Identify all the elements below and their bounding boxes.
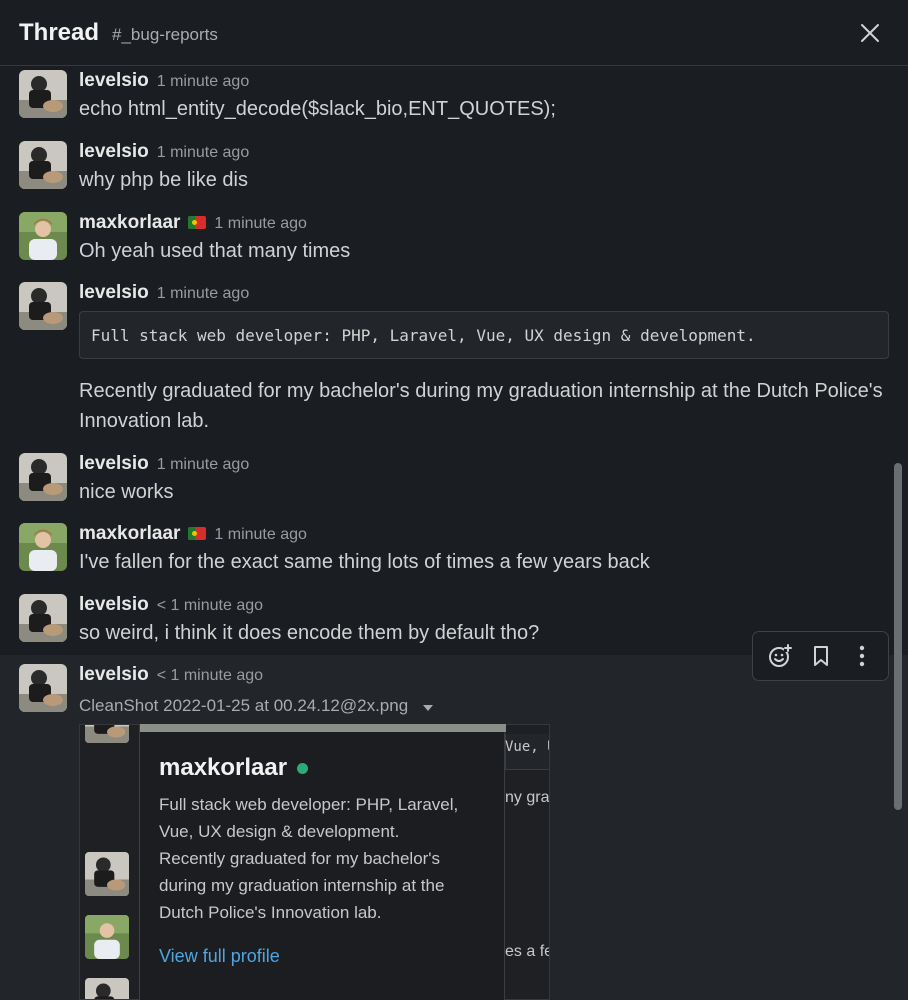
message: levelsio 1 minute ago nice works: [0, 451, 908, 511]
timestamp[interactable]: 1 minute ago: [214, 526, 307, 544]
scrollbar-thumb[interactable]: [894, 463, 902, 810]
code-block: Full stack web developer: PHP, Laravel, …: [79, 311, 889, 359]
author-name[interactable]: levelsio: [79, 664, 149, 686]
message-text: why php be like dis: [79, 169, 248, 191]
avatar[interactable]: [19, 212, 67, 260]
message-text: so weird, i think it does encode them by…: [79, 622, 540, 644]
profile-bio: Full stack web developer: PHP, Laravel, …: [159, 791, 485, 926]
author-name[interactable]: maxkorlaar: [79, 523, 180, 545]
profile-photo-strip: [140, 724, 506, 732]
preview-avatar: [85, 852, 129, 896]
message-text: Oh yeah used that many times: [79, 240, 351, 262]
view-full-profile-link: View full profile: [159, 946, 280, 966]
preview-avatar: [85, 978, 129, 999]
message: levelsio 1 minute ago echo html_entity_d…: [0, 68, 908, 128]
timestamp[interactable]: 1 minute ago: [157, 144, 250, 162]
profile-card: maxkorlaar Full stack web developer: PHP…: [139, 724, 506, 1000]
preview-avatar: [85, 725, 129, 743]
author-name[interactable]: levelsio: [79, 141, 149, 163]
avatar[interactable]: [19, 664, 67, 712]
thread-title: Thread: [19, 18, 100, 46]
avatar[interactable]: [19, 141, 67, 189]
close-icon[interactable]: [858, 21, 882, 45]
timestamp[interactable]: 1 minute ago: [157, 285, 250, 303]
message-actions-toolbar: [752, 631, 889, 681]
bio-line: Vue, UX design & development.: [159, 822, 400, 841]
author-name[interactable]: levelsio: [79, 453, 149, 475]
more-actions-icon[interactable]: [847, 641, 877, 671]
portugal-flag-icon: [188, 216, 207, 229]
timestamp[interactable]: < 1 minute ago: [157, 597, 263, 615]
preview-text-fragment: ny gra: [505, 789, 550, 806]
profile-name: maxkorlaar: [159, 754, 288, 781]
message-text: echo html_entity_decode($slack_bio,ENT_Q…: [79, 98, 556, 120]
avatar[interactable]: [19, 70, 67, 118]
bookmark-icon[interactable]: [806, 641, 836, 671]
message-text: nice works: [79, 481, 174, 503]
preview-text-fragment: es a fe: [505, 943, 550, 960]
add-reaction-icon[interactable]: [765, 641, 795, 671]
message: levelsio 1 minute ago why php be like di…: [0, 139, 908, 199]
avatar[interactable]: [19, 282, 67, 330]
online-status-icon: [297, 762, 309, 774]
timestamp[interactable]: 1 minute ago: [157, 73, 250, 91]
message-text: I've fallen for the exact same thing lot…: [79, 551, 650, 573]
bio-line: Recently graduated for my bachelor's: [159, 849, 441, 868]
message: maxkorlaar 1 minute ago I've fallen for …: [0, 521, 908, 581]
avatar[interactable]: [19, 523, 67, 571]
thread-header: Thread #_bug-reports: [0, 0, 908, 66]
file-name[interactable]: CleanShot 2022-01-25 at 00.24.12@2x.png: [79, 696, 408, 715]
avatar[interactable]: [19, 594, 67, 642]
avatar[interactable]: [19, 453, 67, 501]
timestamp[interactable]: < 1 minute ago: [157, 667, 263, 685]
message-text: Recently graduated for my bachelor's dur…: [79, 380, 883, 402]
channel-name[interactable]: #_bug-reports: [112, 25, 218, 45]
bio-line: during my graduation internship at the: [159, 876, 445, 895]
author-name[interactable]: levelsio: [79, 70, 149, 92]
author-name[interactable]: levelsio: [79, 594, 149, 616]
preview-avatar: [85, 915, 129, 959]
bio-line: Full stack web developer: PHP, Laravel,: [159, 795, 459, 814]
caret-down-icon[interactable]: [422, 697, 433, 717]
author-name[interactable]: levelsio: [79, 282, 149, 304]
preview-text-fragment: Vue, U: [505, 739, 549, 755]
portugal-flag-icon: [188, 527, 207, 540]
timestamp[interactable]: 1 minute ago: [214, 215, 307, 233]
timestamp[interactable]: 1 minute ago: [157, 456, 250, 474]
message: maxkorlaar 1 minute ago Oh yeah used tha…: [0, 210, 908, 270]
message-text: Innovation lab.: [79, 410, 210, 432]
bio-line: Dutch Police's Innovation lab.: [159, 903, 382, 922]
file-name-toggle[interactable]: CleanShot 2022-01-25 at 00.24.12@2x.png: [79, 696, 433, 717]
author-name[interactable]: maxkorlaar: [79, 212, 180, 234]
